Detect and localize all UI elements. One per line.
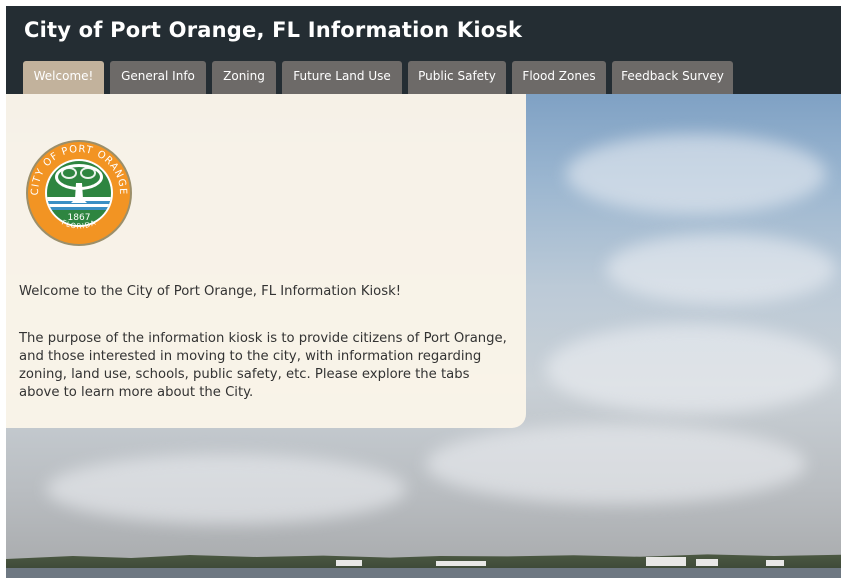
tab-public-safety[interactable]: Public Safety — [408, 61, 506, 94]
tab-feedback-survey[interactable]: Feedback Survey — [612, 61, 733, 94]
welcome-message: Welcome to the City of Port Orange, FL I… — [19, 284, 401, 299]
app-header: City of Port Orange, FL Information Kios… — [6, 6, 841, 94]
city-seal-logo: CITY OF PORT ORANGE 1867 FLORIDA — [26, 140, 132, 246]
app-title: City of Port Orange, FL Information Kios… — [24, 18, 523, 42]
tab-zoning[interactable]: Zoning — [212, 61, 276, 94]
tab-flood-zones[interactable]: Flood Zones — [512, 61, 606, 94]
river-water — [6, 568, 841, 578]
tab-general-info[interactable]: General Info — [110, 61, 206, 94]
welcome-panel: CITY OF PORT ORANGE 1867 FLORIDA Welcome… — [6, 94, 526, 428]
tab-future-land-use[interactable]: Future Land Use — [282, 61, 402, 94]
tab-welcome[interactable]: Welcome! — [23, 61, 104, 94]
purpose-paragraph: The purpose of the information kiosk is … — [19, 331, 507, 400]
kiosk-app: City of Port Orange, FL Information Kios… — [6, 6, 841, 578]
